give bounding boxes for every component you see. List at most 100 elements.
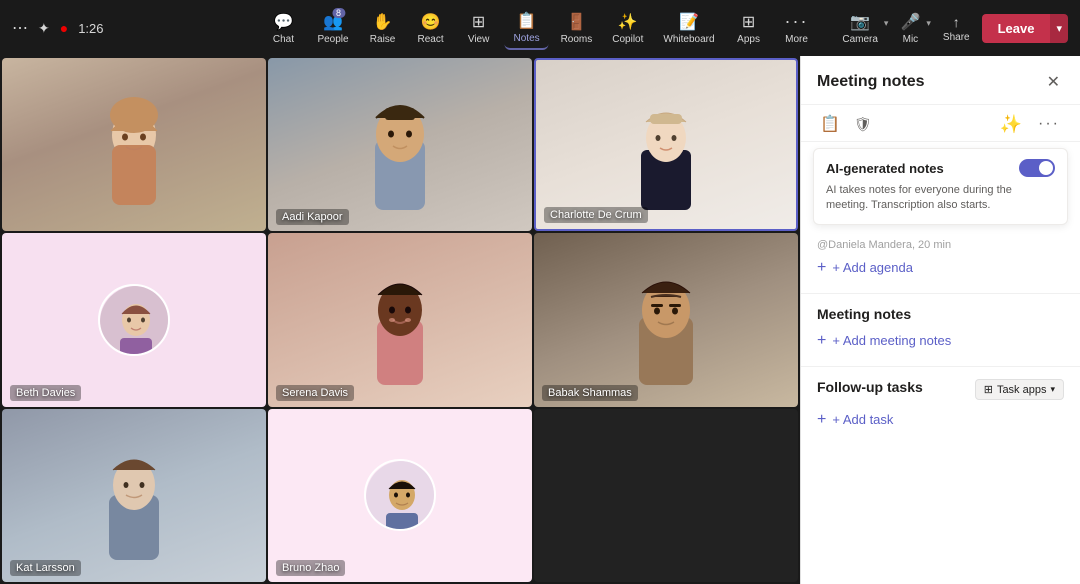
rooms-icon: 🚪 <box>566 12 586 32</box>
top-bar-left: ⋯ ✦ ● 1:26 <box>12 18 104 38</box>
ai-notes-description: AI takes notes for everyone during the m… <box>826 183 1055 214</box>
nav-apps[interactable]: ⊞ Apps <box>727 8 771 49</box>
leave-chevron-button[interactable]: ▾ <box>1050 14 1068 43</box>
serena-face <box>268 233 532 406</box>
ai-notes-label: AI-generated notes <box>826 161 944 176</box>
name-charlotte: Charlotte De Crum <box>544 207 648 223</box>
nav-more[interactable]: ··· More <box>775 7 819 49</box>
charlotte-face <box>536 60 796 229</box>
add-task-button[interactable]: + + Add task <box>817 407 1064 433</box>
video-grid: Aadi Kapoor Charlotte De Crum <box>0 56 800 584</box>
tasks-section: Follow-up tasks ⊞ Task apps ▾ + + Add ta… <box>801 371 1080 441</box>
panel-header-icons: ✕ <box>1043 70 1064 94</box>
ai-notes-banner: AI-generated notes AI takes notes for ev… <box>813 148 1068 225</box>
kat-svg <box>89 430 179 560</box>
name-beth: Beth Davies <box>10 385 81 401</box>
ai-notes-toggle[interactable] <box>1019 159 1055 177</box>
charlotte-svg <box>626 80 706 210</box>
nav-bar: 💬 Chat 👥 8 People ✋ Raise 😊 React ⊞ View… <box>261 7 818 50</box>
video-cell-beth[interactable]: Beth Davies <box>2 233 266 406</box>
toggle-knob <box>1039 161 1053 175</box>
babak-svg <box>621 255 711 385</box>
video-cell-bruno[interactable]: Bruno Zhao <box>268 409 532 582</box>
camera-btn[interactable]: 📷 Camera <box>836 8 884 49</box>
nav-people[interactable]: 👥 8 People <box>309 8 356 49</box>
nav-copilot[interactable]: ✨ Copilot <box>604 8 651 49</box>
person1-face <box>2 58 266 231</box>
camera-icon: 📷 <box>850 12 870 32</box>
name-kat: Kat Larsson <box>10 560 81 576</box>
view-icon: ⊞ <box>472 12 485 32</box>
add-task-label: + Add task <box>832 412 893 427</box>
aadi-svg <box>355 80 445 210</box>
add-agenda-button[interactable]: + + Add agenda <box>817 255 1064 281</box>
more-nav-icon: ··· <box>785 11 809 32</box>
bruno-avatar <box>364 459 436 531</box>
add-notes-plus-icon: + <box>817 332 826 350</box>
kat-face <box>2 409 266 582</box>
leave-button[interactable]: Leave <box>982 14 1051 43</box>
divider-1 <box>801 293 1080 294</box>
name-bruno: Bruno Zhao <box>276 560 345 576</box>
nav-chat[interactable]: 💬 Chat <box>261 8 305 49</box>
beth-face <box>2 233 266 406</box>
ai-notes-top: AI-generated notes <box>826 159 1055 177</box>
video-cell-aadi[interactable]: Aadi Kapoor <box>268 58 532 231</box>
nav-raise[interactable]: ✋ Raise <box>361 8 405 49</box>
options-icon[interactable]: ⋯ <box>12 18 28 38</box>
name-serena: Serena Davis <box>276 385 354 401</box>
leave-group: Leave ▾ <box>982 14 1068 43</box>
video-cell-kat[interactable]: Kat Larsson <box>2 409 266 582</box>
mic-btn[interactable]: 🎤 Mic <box>894 8 926 49</box>
person1-svg <box>89 85 179 205</box>
record-dot: ● <box>60 20 68 36</box>
meeting-notes-title: Meeting notes <box>817 306 1064 322</box>
task-apps-button[interactable]: ⊞ Task apps ▾ <box>975 379 1064 400</box>
aadi-face <box>268 58 532 231</box>
panel-tabs: 📋 🛡 ✨ ··· <box>801 105 1080 142</box>
video-cell-serena[interactable]: Serena Davis <box>268 233 532 406</box>
shield-tab-icon[interactable]: 🛡 <box>851 113 875 136</box>
video-cell-empty <box>534 409 798 582</box>
add-agenda-plus-icon: + <box>817 259 826 277</box>
camera-chevron[interactable]: ▾ <box>884 18 889 29</box>
top-bar-right: 📷 Camera ▾ 🎤 Mic ▾ ↑ Share Leave ▾ <box>836 8 1068 49</box>
top-bar: ⋯ ✦ ● 1:26 💬 Chat 👥 8 People ✋ Raise 😊 R… <box>0 0 1080 56</box>
beth-avatar <box>98 284 170 356</box>
bruno-avatar-svg <box>366 461 436 531</box>
share-btn[interactable]: ↑ Share <box>937 10 976 47</box>
video-cell-babak[interactable]: Babak Shammas <box>534 233 798 406</box>
nav-view[interactable]: ⊞ View <box>457 8 501 49</box>
camera-control[interactable]: 📷 Camera ▾ <box>836 8 888 49</box>
nav-rooms[interactable]: 🚪 Rooms <box>553 8 601 49</box>
copilot-icon: ✨ <box>618 12 638 32</box>
add-notes-button[interactable]: + + Add meeting notes <box>817 328 1064 354</box>
add-agenda-label: + Add agenda <box>832 260 913 275</box>
apps-icon: ⊞ <box>742 12 755 32</box>
nav-react[interactable]: 😊 React <box>409 8 453 49</box>
mic-control[interactable]: 🎤 Mic ▾ <box>894 8 930 49</box>
task-apps-grid-icon: ⊞ <box>984 383 993 396</box>
people-icon-wrap: 👥 8 <box>323 12 343 32</box>
mic-chevron[interactable]: ▾ <box>926 18 931 29</box>
tasks-header: Follow-up tasks ⊞ Task apps ▾ <box>817 379 1064 401</box>
sparkle-icon-button[interactable]: ✨ <box>996 112 1026 137</box>
add-task-plus-icon: + <box>817 411 826 429</box>
notes-icon: 📋 <box>517 11 537 31</box>
mic-icon: 🎤 <box>900 12 920 32</box>
sparkle-icon[interactable]: ✦ <box>38 20 50 37</box>
agenda-hint: @Daniela Mandera, 20 min <box>817 239 1064 251</box>
more-options-button[interactable]: ··· <box>1034 113 1064 135</box>
notes-tab-icon[interactable]: 📋 <box>817 111 843 137</box>
panel-close-button[interactable]: ✕ <box>1043 70 1064 94</box>
share-icon: ↑ <box>953 14 960 30</box>
people-badge: 8 <box>332 8 345 18</box>
nav-whiteboard[interactable]: 📝 Whiteboard <box>655 8 722 49</box>
beth-avatar-svg <box>100 286 170 356</box>
nav-notes[interactable]: 📋 Notes <box>505 7 549 50</box>
call-timer: 1:26 <box>78 21 103 36</box>
video-cell-p1[interactable] <box>2 58 266 231</box>
name-babak: Babak Shammas <box>542 385 638 401</box>
task-apps-chevron-icon: ▾ <box>1050 384 1055 395</box>
video-cell-charlotte[interactable]: Charlotte De Crum <box>534 58 798 231</box>
